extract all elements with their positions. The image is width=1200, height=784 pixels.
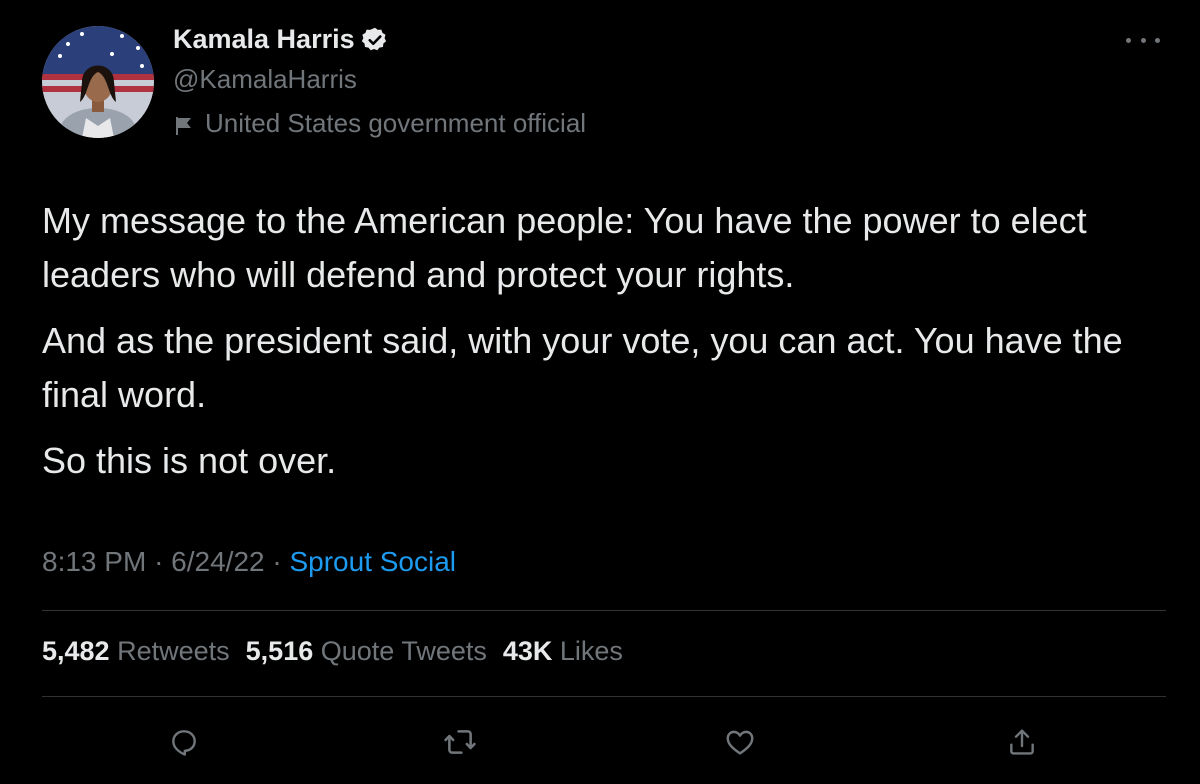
avatar[interactable]	[42, 26, 154, 138]
flag-icon	[173, 113, 195, 135]
tweet-stats: 5,482 Retweets 5,516 Quote Tweets 43K Li…	[42, 636, 623, 667]
affiliation-text: United States government official	[205, 108, 587, 138]
tweet-paragraph: And as the president said, with your vot…	[42, 320, 1123, 415]
meta-separator: ·	[154, 546, 164, 577]
affiliation-label: United States government official	[173, 108, 586, 139]
share-button[interactable]	[1002, 722, 1042, 762]
retweet-icon	[444, 730, 476, 754]
like-icon	[726, 730, 754, 755]
verified-badge-icon	[361, 26, 389, 54]
reply-button[interactable]	[164, 722, 204, 762]
divider	[42, 696, 1166, 697]
tweet-metadata: 8:13 PM · 6/24/22 · Sprout Social	[42, 546, 456, 578]
retweets-label: Retweets	[117, 636, 230, 666]
share-icon	[1010, 729, 1034, 755]
tweet-date[interactable]: 6/24/22	[171, 546, 264, 577]
likes-count: 43K	[502, 636, 553, 666]
reply-icon	[172, 730, 196, 756]
tweet-source-link[interactable]: Sprout Social	[289, 546, 456, 577]
retweets-count: 5,482	[42, 636, 110, 666]
likes-label: Likes	[559, 636, 623, 666]
more-dot-icon	[1140, 37, 1146, 43]
likes-stat[interactable]: 43K Likes	[503, 636, 623, 667]
quote-tweets-stat[interactable]: 5,516 Quote Tweets	[246, 636, 487, 667]
author-name-text[interactable]: Kamala Harris	[173, 24, 355, 55]
retweet-button[interactable]	[440, 722, 480, 762]
more-options-button[interactable]	[1126, 30, 1160, 50]
meta-separator: ·	[272, 546, 282, 577]
more-dot-icon	[1126, 37, 1131, 43]
more-dot-icon	[1155, 37, 1160, 43]
author-name[interactable]: Kamala Harris	[173, 24, 389, 55]
tweet-detail: Kamala Harris @KamalaHarris United State…	[0, 0, 1200, 784]
quote-tweets-label: Quote Tweets	[320, 636, 487, 666]
avatar-image	[42, 26, 154, 138]
tweet-paragraph: My message to the American people: You h…	[42, 200, 1087, 295]
like-button[interactable]	[720, 722, 760, 762]
tweet-actions	[0, 718, 1200, 768]
quote-tweets-count: 5,516	[245, 636, 314, 666]
author-handle[interactable]: @KamalaHarris	[173, 64, 357, 95]
tweet-text: My message to the American people: You h…	[42, 194, 1172, 500]
retweets-stat[interactable]: 5,482 Retweets	[42, 636, 230, 667]
tweet-time[interactable]: 8:13 PM	[42, 546, 146, 577]
divider	[42, 610, 1166, 611]
tweet-paragraph: So this is not over.	[42, 440, 337, 481]
